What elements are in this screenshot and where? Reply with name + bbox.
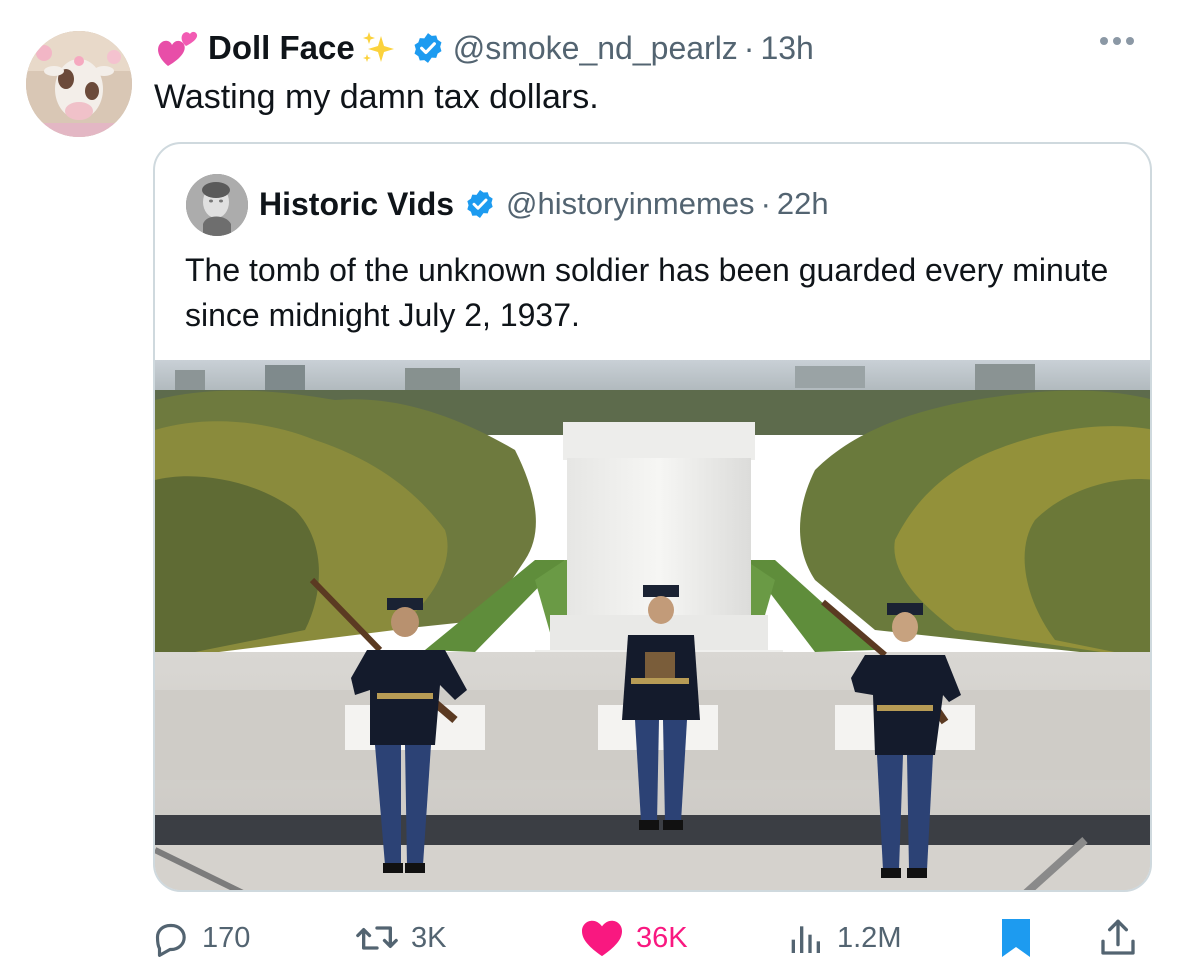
quoted-author-avatar[interactable]: [186, 174, 248, 236]
author-handle[interactable]: @smoke_nd_pearlz: [453, 30, 738, 67]
reply-button[interactable]: 170: [150, 913, 250, 963]
cow-avatar-image: [26, 31, 132, 137]
statue-avatar-image: [186, 174, 248, 236]
repost-button[interactable]: 3K: [355, 913, 446, 963]
quoted-post-header: Historic Vids @historyinmemes · 22h: [259, 182, 829, 226]
post-text: Wasting my damn tax dollars.: [154, 78, 599, 116]
separator-dot: ·: [743, 29, 755, 66]
post-action-bar: 170 3K 36K 1.2M: [150, 913, 1150, 963]
like-count: 36K: [636, 921, 688, 954]
quoted-separator-dot: ·: [760, 186, 771, 221]
heart-filled-icon: [580, 918, 624, 958]
author-avatar[interactable]: [26, 31, 132, 137]
more-options-icon[interactable]: [1100, 37, 1134, 45]
verified-badge-icon[interactable]: [411, 31, 445, 65]
tomb-of-unknown-soldier-image: [155, 360, 1150, 890]
like-button[interactable]: 36K: [580, 913, 688, 963]
share-button[interactable]: [1098, 913, 1138, 963]
views-button[interactable]: 1.2M: [785, 913, 901, 963]
quoted-author-handle[interactable]: @historyinmemes: [506, 186, 755, 222]
post-header: Doll Face @smoke_nd_pearlz · 13h: [154, 26, 814, 70]
tomb-guards-photo[interactable]: [155, 360, 1150, 890]
quoted-verified-badge-icon[interactable]: [464, 188, 496, 220]
hearts-emoji-icon: [154, 28, 200, 68]
reply-icon: [150, 918, 190, 958]
author-name[interactable]: Doll Face: [208, 29, 355, 67]
bookmark-filled-icon: [998, 916, 1034, 960]
share-icon: [1098, 916, 1138, 960]
repost-icon: [355, 918, 399, 958]
quoted-post-timestamp[interactable]: 22h: [777, 186, 829, 222]
views-count: 1.2M: [837, 921, 902, 954]
quoted-post-text: The tomb of the unknown soldier has been…: [185, 252, 1109, 333]
views-chart-icon: [785, 918, 825, 958]
post-timestamp[interactable]: 13h: [760, 30, 813, 67]
bookmark-button[interactable]: [998, 913, 1034, 963]
quoted-author-name[interactable]: Historic Vids: [259, 186, 454, 223]
sparkles-emoji-icon: [359, 28, 399, 68]
repost-count: 3K: [411, 921, 447, 954]
quoted-post[interactable]: Historic Vids @historyinmemes · 22h The …: [153, 142, 1152, 892]
reply-count: 170: [202, 921, 251, 954]
